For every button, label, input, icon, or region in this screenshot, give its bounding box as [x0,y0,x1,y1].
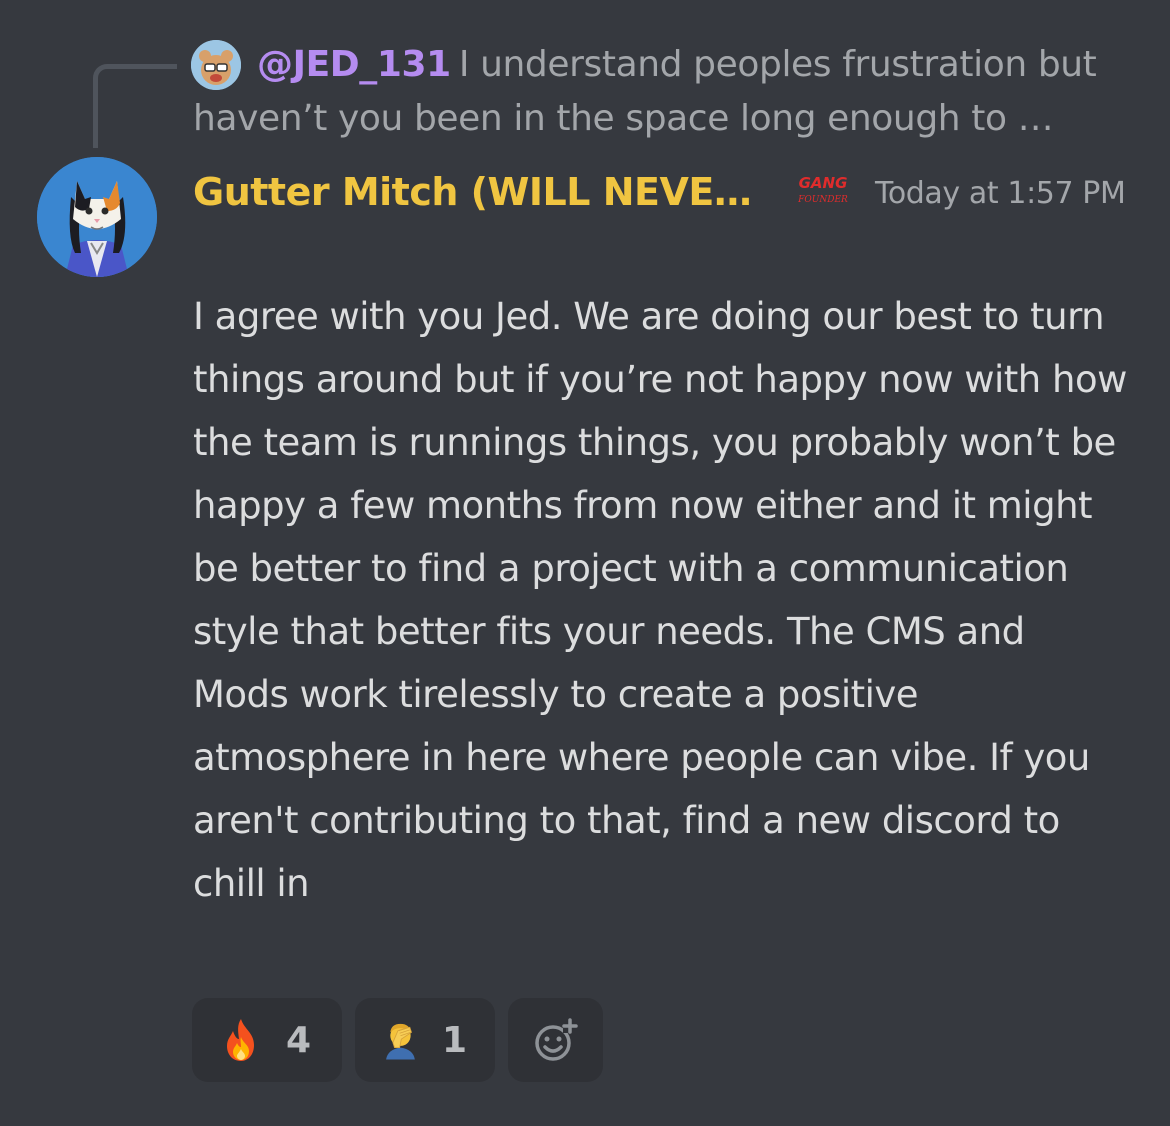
message-content: I agree with you Jed. We are doing our b… [193,295,1127,905]
fire-icon [227,1019,254,1061]
badge-line2: FOUNDER [797,195,848,205]
reply-author[interactable]: @JED_131 [257,44,451,85]
reaction-fire-count: 4 [286,1019,312,1061]
reply-connector-line [93,64,177,148]
add-reaction-button[interactable] [508,998,603,1082]
message-timestamp[interactable]: Today at 1:57 PM [875,168,1126,220]
reply-preview[interactable]: @JED_131 I understand peoples frustration… [193,38,1123,146]
add-reaction-icon [534,1018,578,1061]
reaction-facepalm-count: 1 [441,1019,467,1061]
reaction-fire[interactable]: 4 [192,998,342,1082]
badge-line1: GANG [799,174,848,192]
gang-founder-badge: GANG FOUNDER [796,168,850,208]
reaction-facepalm[interactable]: 1 [355,998,495,1082]
author-avatar[interactable] [37,157,157,277]
facepalm-icon [386,1023,415,1060]
author-avatar-image [37,157,157,277]
reactions-bar: 4 1 [192,998,603,1082]
message-header: Gutter Mitch (WILL NEVE… GANG FOUNDER To… [193,164,1153,224]
author-username[interactable]: Gutter Mitch (WILL NEVE… [193,164,752,220]
